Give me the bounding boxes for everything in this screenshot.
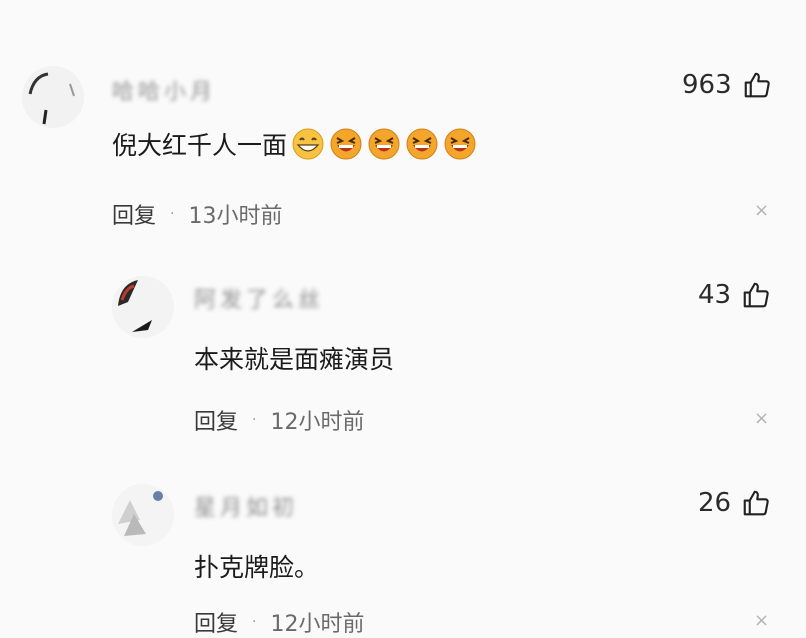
timestamp: 12小时前: [270, 410, 365, 435]
avatar[interactable]: [22, 66, 84, 128]
timestamp: 12小时前: [270, 612, 365, 637]
comment-meta: 回复 · 13小时前: [112, 198, 282, 230]
avatar-image: [22, 66, 84, 128]
avatar-image: [112, 484, 174, 546]
username[interactable]: 哈哈小月: [112, 74, 216, 106]
laugh-emoji: [368, 128, 400, 160]
username[interactable]: 星月如初: [194, 490, 298, 522]
laugh-emoji: [406, 128, 438, 160]
comment-meta: 回复 · 12小时前: [194, 404, 364, 436]
reply-button[interactable]: 回复: [194, 606, 238, 638]
comment-text: 本来就是面瘫演员: [194, 345, 395, 374]
timestamp: 13小时前: [188, 204, 283, 229]
like-count: 43: [698, 280, 732, 310]
comment-text: 倪大红千人一面: [112, 126, 477, 162]
thumbs-up-icon: [743, 282, 769, 308]
avatar[interactable]: [112, 276, 174, 338]
close-icon[interactable]: ×: [754, 200, 769, 221]
separator-dot: ·: [170, 206, 175, 222]
grin-emoji: [292, 128, 324, 160]
comment-text-body: 倪大红千人一面: [112, 131, 288, 160]
like-count: 963: [682, 70, 732, 100]
like-button[interactable]: 26: [698, 488, 771, 518]
reply-button[interactable]: 回复: [112, 198, 156, 230]
avatar[interactable]: [112, 484, 174, 546]
like-button[interactable]: 963: [682, 70, 772, 100]
comment-meta: 回复 · 12小时前: [194, 606, 364, 638]
separator-dot: ·: [252, 614, 257, 630]
avatar-image: [112, 276, 174, 338]
reply-button[interactable]: 回复: [194, 404, 238, 436]
separator-dot: ·: [252, 412, 257, 428]
emoji-row: [291, 127, 477, 161]
thumbs-up-icon: [743, 490, 769, 516]
like-count: 26: [698, 488, 732, 518]
close-icon[interactable]: ×: [754, 408, 769, 429]
like-button[interactable]: 43: [698, 280, 771, 310]
close-icon[interactable]: ×: [754, 610, 769, 631]
laugh-emoji: [330, 128, 362, 160]
username[interactable]: 阿发了么丝: [194, 282, 324, 314]
laugh-emoji: [444, 128, 476, 160]
thumbs-up-icon: [744, 72, 770, 98]
comment-text: 扑克牌脸。: [194, 553, 320, 582]
